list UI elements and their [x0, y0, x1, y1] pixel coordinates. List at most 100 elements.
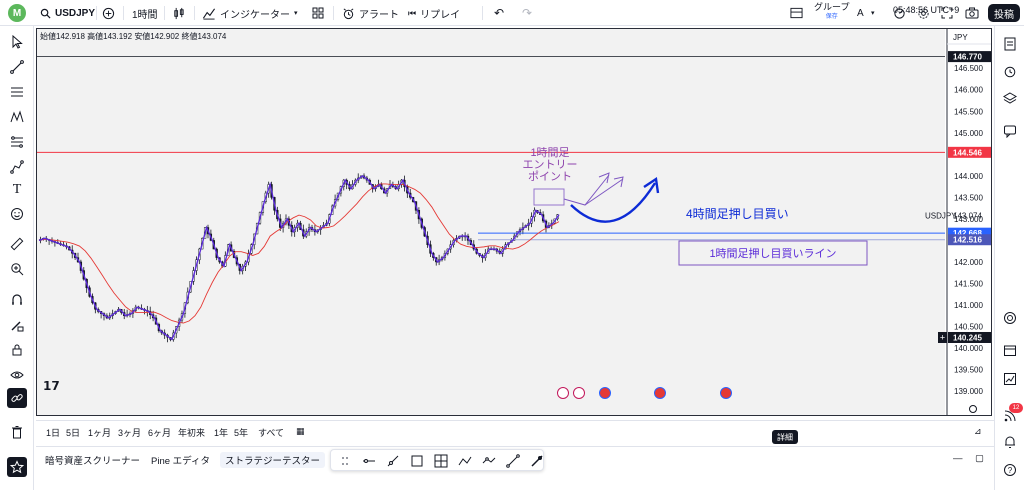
replay-button[interactable]: ⏮ リプレイ	[408, 4, 460, 22]
group-chevron[interactable]: ▾	[871, 4, 875, 22]
alert-button[interactable]: アラート	[342, 4, 399, 22]
current-price-text: 143.074	[953, 212, 982, 221]
layers-button[interactable]	[1000, 88, 1020, 108]
trendline-icon[interactable]	[385, 453, 401, 469]
trendline-tool[interactable]	[7, 57, 27, 77]
brush-tool[interactable]	[7, 157, 27, 177]
redo-button[interactable]: ↷	[522, 4, 532, 22]
group-button[interactable]: グループ 保存	[814, 2, 849, 22]
chart-up-icon	[1004, 373, 1016, 385]
drag-handle-icon[interactable]	[337, 453, 353, 469]
fib-tool[interactable]	[7, 82, 27, 102]
utc-clock[interactable]: 05:48:56 UTC+9	[893, 5, 959, 15]
detail-tooltip: 詳細	[772, 430, 798, 444]
undo-button[interactable]: ↶	[494, 4, 504, 22]
measure-tool[interactable]	[7, 234, 27, 254]
publish-button[interactable]: 投稿	[988, 4, 1020, 22]
h4-buy-note: 4時間足押し目買い	[686, 207, 789, 221]
link-tool[interactable]	[7, 388, 27, 408]
interval-button[interactable]: 1時間	[132, 4, 158, 22]
indicators-button[interactable]: インジケーター ▾	[202, 4, 298, 22]
smiley-icon	[11, 208, 23, 220]
ohlc-low: 安値142.902	[134, 32, 180, 41]
window-icon	[790, 7, 803, 19]
range-8[interactable]: すべて	[258, 426, 284, 439]
price-tick-label: 144.000	[954, 172, 983, 181]
group-letter[interactable]: A	[857, 4, 864, 22]
projection-tool[interactable]	[7, 132, 27, 152]
ruler-icon	[10, 237, 24, 251]
replay-label: リプレイ	[420, 9, 461, 21]
trash-icon	[12, 426, 22, 439]
time-range-bar: 1日 5日 1ヶ月 3ヶ月 6ヶ月 年初来 1年 5年 すべて ▦ ⊿	[36, 420, 994, 442]
path-icon[interactable]	[457, 453, 473, 469]
bottom-tab-0[interactable]: 暗号資産スクリーナー	[40, 452, 145, 468]
layout-button[interactable]	[312, 4, 324, 22]
delete-tool[interactable]	[7, 422, 27, 442]
help-button[interactable]: ?	[1000, 460, 1020, 480]
target-button[interactable]	[1000, 308, 1020, 328]
price-tick-label: 139.000	[954, 387, 983, 396]
chat-button[interactable]	[1000, 121, 1020, 141]
bottom-tab-2[interactable]: ストラテジーテスター	[220, 452, 326, 468]
maximize-icon[interactable]: ▢	[970, 452, 989, 465]
grid-icon	[312, 7, 324, 19]
notifications-button[interactable]	[1000, 432, 1020, 452]
horizontal-ray-icon[interactable]	[361, 453, 377, 469]
calendar-button[interactable]	[1000, 340, 1020, 360]
ideas-button[interactable]	[1000, 369, 1020, 389]
range-7[interactable]: 5年	[234, 426, 248, 439]
magnet-tool[interactable]	[7, 290, 27, 310]
price-axis[interactable]: JPY146.500146.000145.500145.000144.50014…	[946, 29, 991, 415]
price-chart[interactable]: JPY146.500146.000145.500145.000144.50014…	[37, 29, 991, 415]
symbol-search[interactable]: USDJPY	[40, 4, 95, 22]
right-sidebar: 12 ?	[994, 26, 1024, 490]
compare-button[interactable]	[102, 4, 115, 22]
layout-select-button[interactable]	[790, 4, 803, 22]
range-1[interactable]: 5日	[66, 426, 80, 439]
range-2[interactable]: 1ヶ月	[88, 426, 111, 439]
calendar-icon	[1004, 345, 1016, 356]
line-icon[interactable]	[505, 453, 521, 469]
crosshair-box-icon[interactable]	[433, 453, 449, 469]
camera-icon	[965, 7, 979, 19]
range-0[interactable]: 1日	[46, 426, 60, 439]
range-3[interactable]: 3ヶ月	[118, 426, 141, 439]
chevron-down-icon: ▾	[871, 10, 875, 17]
lock-tool[interactable]	[7, 340, 27, 360]
snapshot-button[interactable]	[965, 4, 979, 22]
brush-icon[interactable]	[529, 453, 545, 469]
floating-drawing-toolbar[interactable]	[330, 449, 544, 471]
alerts-button[interactable]	[1000, 61, 1020, 81]
range-5[interactable]: 年初来	[178, 426, 205, 439]
rectangle-icon[interactable]	[409, 453, 425, 469]
hide-tool[interactable]	[7, 365, 27, 385]
text-tool[interactable]: T	[7, 180, 27, 200]
pattern-tool[interactable]	[7, 107, 27, 127]
favorites-tool[interactable]	[7, 457, 27, 477]
redo-icon: ↷	[522, 6, 533, 20]
stay-in-draw-tool[interactable]	[7, 315, 27, 335]
layers-icon	[1003, 92, 1017, 104]
bell-icon	[1005, 436, 1015, 448]
bottom-tab-1[interactable]: Pine エディタ	[146, 452, 215, 468]
pattern-icon	[10, 110, 24, 123]
search-icon	[40, 8, 51, 19]
alarm-clock-icon	[1004, 66, 1016, 78]
polyline-icon[interactable]	[481, 453, 497, 469]
range-6[interactable]: 1年	[214, 426, 228, 439]
event-marker-icon	[573, 387, 585, 399]
watchlist-button[interactable]	[1000, 34, 1020, 54]
minimize-icon[interactable]: —	[948, 452, 968, 465]
chart-type-button[interactable]	[172, 4, 185, 22]
ohlc-high: 高値143.192	[87, 32, 133, 41]
plus-circle-icon	[102, 7, 115, 19]
plot-background	[37, 29, 945, 415]
emoji-tool[interactable]	[7, 204, 27, 224]
cursor-tool[interactable]	[7, 32, 27, 52]
calendar-range-icon[interactable]: ▦	[296, 426, 305, 437]
range-4[interactable]: 6ヶ月	[148, 426, 171, 439]
zoom-tool[interactable]	[7, 259, 27, 279]
collapse-icon[interactable]: ⊿	[974, 426, 982, 437]
user-avatar[interactable]: M	[8, 4, 26, 22]
